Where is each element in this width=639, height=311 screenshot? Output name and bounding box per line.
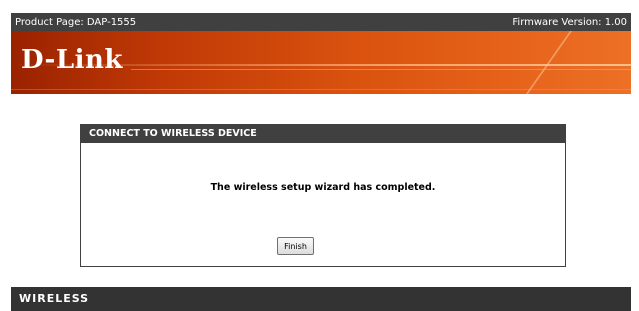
panel-title: CONNECT TO WIRELESS DEVICE (81, 125, 565, 143)
brand-banner: D-Link (11, 31, 631, 94)
banner-swoosh (520, 31, 631, 94)
top-info-bar: Product Page: DAP-1555 Firmware Version:… (11, 13, 631, 31)
footer-bar: WIRELESS (11, 287, 631, 311)
footer-label: WIRELESS (19, 292, 90, 305)
dlink-logo: D-Link (21, 45, 123, 75)
product-page-label: Product Page: DAP-1555 (15, 16, 137, 28)
finish-button[interactable]: Finish (277, 237, 314, 255)
firmware-version-label: Firmware Version: 1.00 (512, 16, 627, 28)
completion-message: The wireless setup wizard has completed. (210, 182, 436, 193)
connect-wireless-panel: CONNECT TO WIRELESS DEVICE The wireless … (80, 124, 566, 267)
